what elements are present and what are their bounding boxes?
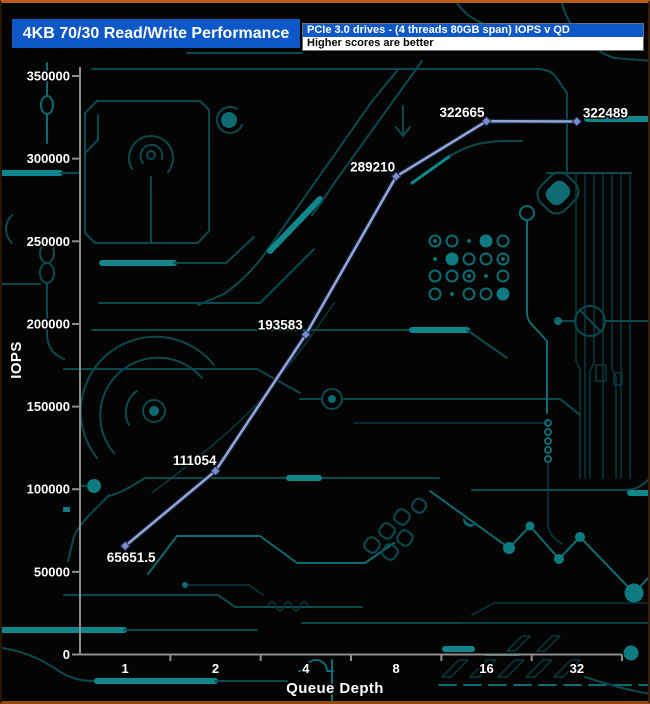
x-tick-label: 4 xyxy=(302,661,310,676)
y-tick-label: 150000 xyxy=(27,399,70,414)
x-tick-label: 8 xyxy=(393,661,400,676)
iops-line-chart: 0 50000 100000 150000 200000 250000 300000 3500… xyxy=(2,3,648,701)
series-line-shadow xyxy=(123,118,577,548)
y-tick-label: 350000 xyxy=(27,69,70,84)
y-tick-label: 0 xyxy=(63,647,70,662)
chart-subtitle: PCIe 3.0 drives - (4 threads 80GB span) … xyxy=(303,24,643,37)
chart-title: 4KB 70/30 Read/Write Performance xyxy=(12,19,300,48)
data-point-label: 322489 xyxy=(583,105,628,120)
series-line xyxy=(124,119,577,547)
data-point-label: 111054 xyxy=(173,453,217,468)
chart-axes xyxy=(72,67,639,661)
data-point-label: 322665 xyxy=(439,105,485,120)
y-tick-label: 300000 xyxy=(27,151,70,166)
y-axis-title: IOPS xyxy=(8,341,25,378)
data-series: 65651.5 111054 193583 289210 322665 322489 xyxy=(105,104,629,567)
y-tick-label: 200000 xyxy=(27,316,70,331)
x-tick-label: 32 xyxy=(570,661,584,676)
axis-end-via xyxy=(623,645,639,661)
chart-panel: 4KB 70/30 Read/Write Performance PCIe 3.… xyxy=(0,0,650,704)
chart-note: Higher scores are better xyxy=(303,37,643,50)
circuit-board-art xyxy=(2,3,648,701)
x-tick-label: 1 xyxy=(122,661,129,676)
x-tick-label: 2 xyxy=(212,661,219,676)
chart-subtitle-box: PCIe 3.0 drives - (4 threads 80GB span) … xyxy=(302,23,644,51)
y-tick-label: 250000 xyxy=(27,234,70,249)
data-point-label: 65651.5 xyxy=(107,550,156,565)
axis-titles: Queue Depth IOPS xyxy=(7,340,385,699)
data-point-label: 193583 xyxy=(258,318,304,333)
y-tick-label: 100000 xyxy=(27,482,70,497)
data-point-marker xyxy=(571,116,583,127)
y-tick-label: 50000 xyxy=(34,564,70,579)
x-axis-title: Queue Depth xyxy=(286,680,384,697)
x-tick-label: 16 xyxy=(479,661,493,676)
data-point-label: 289210 xyxy=(350,159,395,174)
y-axis-tick-labels: 0 50000 100000 150000 200000 250000 300000 3500… xyxy=(25,67,71,664)
